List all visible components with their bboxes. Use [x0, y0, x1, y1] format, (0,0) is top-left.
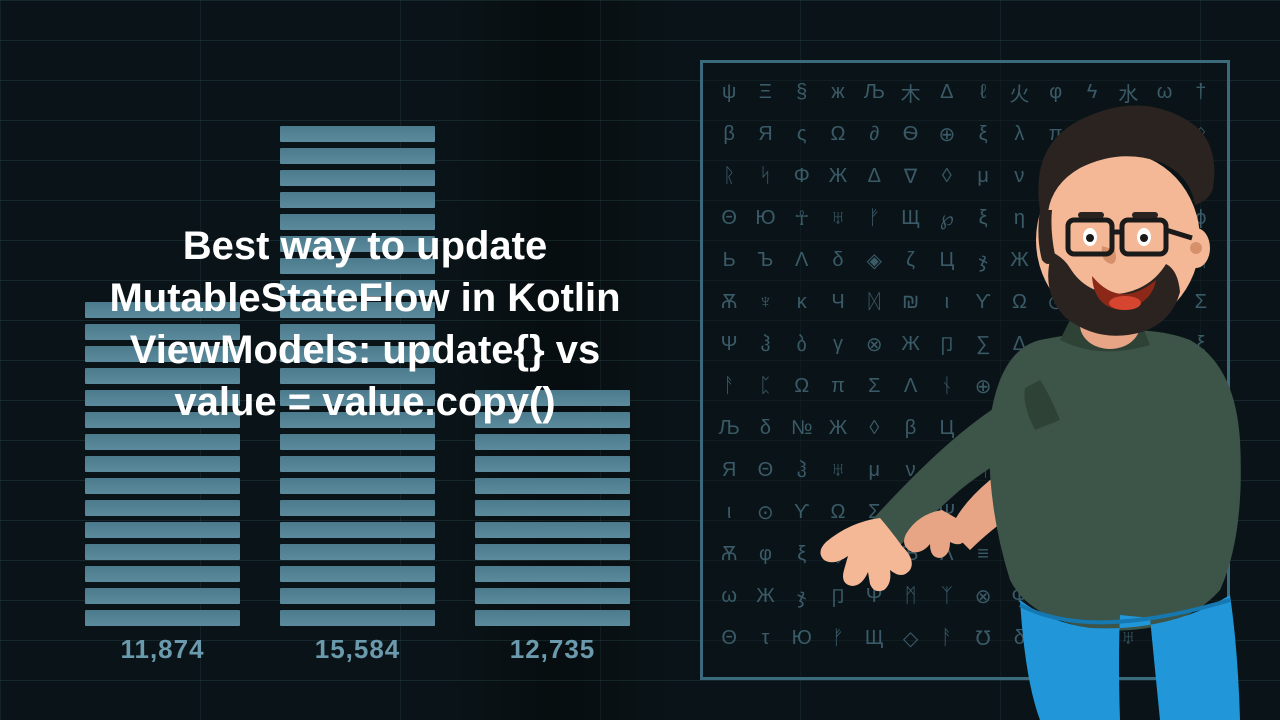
- main-title: Best way to update MutableStateFlow in K…: [90, 220, 640, 428]
- bar-group: 12,735: [475, 390, 630, 665]
- bar-label: 12,735: [510, 634, 596, 665]
- presenter-character: [740, 60, 1280, 720]
- bar-label: 11,874: [120, 634, 204, 665]
- bar-label: 15,584: [315, 634, 401, 665]
